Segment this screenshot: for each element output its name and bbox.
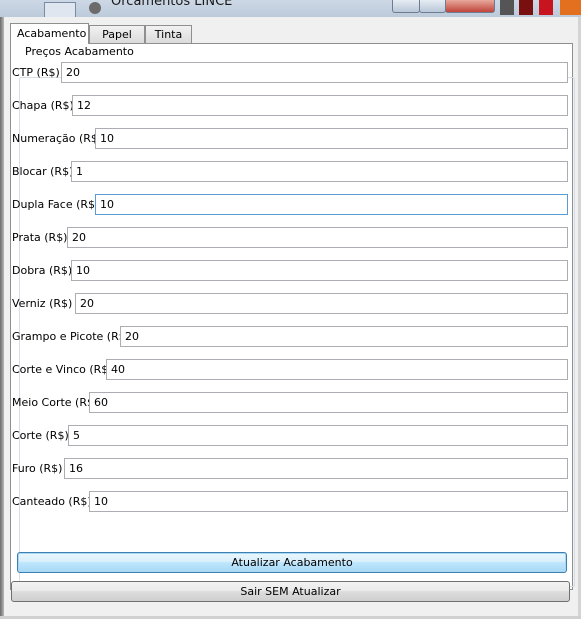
price-input[interactable]: 10 [95,194,568,215]
group-title: Preços Acabamento [23,45,136,58]
field-row: CTP (R$) 20 [5,62,568,84]
price-input[interactable]: 16 [64,458,568,479]
color-swatch-icon [539,0,553,15]
field-row: Canteado (R$) 10 [5,491,568,513]
color-swatch-icon [560,0,581,15]
color-swatch-icon [500,0,514,15]
field-label: Corte e Vinco (R$) [12,363,113,376]
price-input[interactable]: 20 [67,227,568,248]
price-input[interactable]: 10 [89,491,568,512]
tab-tinta[interactable]: Tinta [145,25,192,43]
field-row: Dobra (R$) 10 [5,260,568,282]
window-client: Acabamento Papel Tinta Preços Acabamento… [4,17,578,616]
field-label: CTP (R$) [12,66,60,79]
field-label: Verniz (R$) [12,297,73,310]
field-label: Meio Corte (R$) [12,396,99,409]
tab-panel-acabamento: Preços Acabamento CTP (R$) 20 Chapa (R$) 12… [10,43,575,590]
field-label: Furo (R$) [12,462,63,475]
tab-acabamento[interactable]: Acabamento [10,23,89,44]
field-label: Grampo e Picote (R$) [12,330,131,343]
field-label: Prata (R$) [12,231,68,244]
tab-papel[interactable]: Papel [89,25,145,43]
field-row: Verniz (R$) 20 [5,293,568,315]
price-input[interactable]: 60 [89,392,568,413]
field-row: Grampo e Picote (R$) 20 [5,326,568,348]
window-title: Orcamentos LINCE [111,0,233,9]
app-icon [89,2,101,14]
price-input[interactable]: 10 [95,128,568,149]
field-label: Dobra (R$) [12,264,73,277]
exit-without-update-button[interactable]: Sair SEM Atualizar [11,581,570,602]
field-label: Chapa (R$) [12,99,74,112]
field-row: Furo (R$) 16 [5,458,568,480]
field-label: Blocar (R$) [12,165,74,178]
minimize-button[interactable] [392,0,420,13]
field-row: Meio Corte (R$) 60 [5,392,568,414]
field-label: Corte (R$) [12,429,69,442]
price-input[interactable]: 20 [75,293,568,314]
field-row: Corte e Vinco (R$) 40 [5,359,568,381]
update-acabamento-button[interactable]: Atualizar Acabamento [17,552,567,573]
price-input[interactable]: 40 [106,359,568,380]
field-row: Corte (R$) 5 [5,425,568,447]
field-row: Blocar (R$) 1 [5,161,568,183]
field-label: Dupla Face (R$) [12,198,100,211]
price-input[interactable]: 1 [71,161,568,182]
field-label: Numeração (R$) [12,132,103,145]
field-row: Numeração (R$) 10 [5,128,568,150]
price-input[interactable]: 20 [61,62,568,83]
field-row: Chapa (R$) 12 [5,95,568,117]
field-row: Prata (R$) 20 [5,227,568,249]
price-input[interactable]: 12 [72,95,568,116]
field-label: Canteado (R$) [12,495,92,508]
title-bar: Orcamentos LINCE [0,0,581,17]
price-input[interactable]: 10 [71,260,568,281]
price-input[interactable]: 5 [68,425,568,446]
field-row: Dupla Face (R$) 10 [5,194,568,216]
price-input[interactable]: 20 [120,326,568,347]
taskbar-window-icon [44,2,76,17]
color-swatch-icon [519,0,533,15]
close-button[interactable] [445,0,495,13]
maximize-button[interactable] [419,0,446,13]
